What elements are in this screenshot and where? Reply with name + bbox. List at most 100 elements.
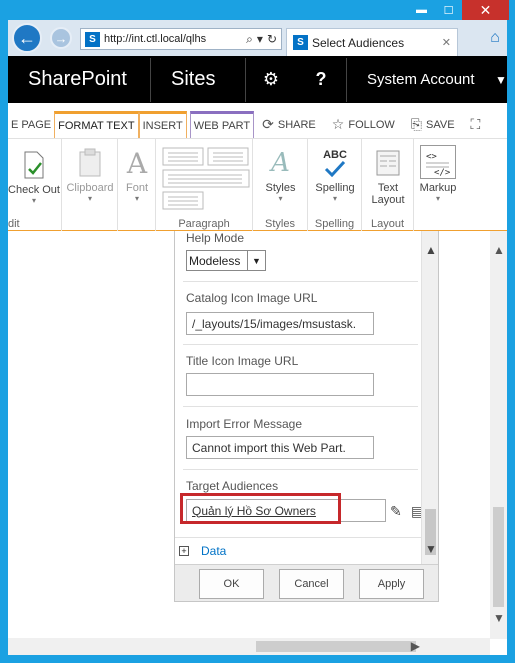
forward-button[interactable]: → [50,27,72,49]
divider [183,344,418,345]
account-caret-icon[interactable]: ▼ [495,73,507,87]
font-label: Font [125,182,148,194]
scroll-down-icon[interactable]: ▼ [493,611,505,625]
share-button[interactable]: ⟳ SHARE [254,111,324,138]
search-icon[interactable]: ⌕ [246,32,253,47]
home-icon[interactable]: ⌂ [485,28,505,48]
paragraph-group-label: Paragraph [178,218,230,230]
check-out-icon [19,149,49,181]
font-button[interactable]: A Font ▾ [118,146,156,204]
close-button[interactable]: ✕ [462,0,509,20]
check-out-button[interactable]: Check Out ▾ [8,149,60,205]
browser-navbar: ← → S http://int.ctl.local/qlhs ⌕ ▾ ↻ S … [8,20,507,56]
import-error-input[interactable]: Cannot import this Web Part. [186,436,374,459]
scroll-up-icon[interactable]: ▲ [425,243,437,257]
ribbon-group-paragraph: Paragraph [156,139,253,231]
save-label: SAVE [426,118,455,131]
chevron-down-icon[interactable]: ▼ [247,251,265,270]
focus-icon: ⛶ [470,116,481,132]
spelling-group-label: Spelling [314,218,355,230]
styles-icon: A [271,148,290,178]
help-icon[interactable]: ? [296,69,346,90]
clipboard-button[interactable]: Clipboard ▾ [62,147,118,203]
ribbon-group-spelling: ABC Spelling ▾ Spelling [308,139,362,231]
dropdown-arrow-icon: ▾ [87,194,92,203]
text-layout-label: Text Layout [371,182,405,206]
page-horizontal-scrollbar[interactable]: ▶ [8,638,490,655]
catalog-icon-input[interactable]: /_layouts/15/images/msustask. [186,312,374,335]
window-controls: ▬ ☐ ✕ [408,0,509,20]
spelling-button[interactable]: ABC Spelling ▾ [308,147,362,203]
markup-button[interactable]: <> </> Markup ▾ [416,145,460,203]
account-menu[interactable]: System Account [347,71,495,88]
data-section-label[interactable]: Data [201,544,226,558]
help-mode-select[interactable]: Modeless ▼ [186,250,266,271]
paragraph-format-icons[interactable] [162,147,250,211]
ribbon-group-layout: Text Layout Layout [362,139,414,231]
focus-button[interactable]: ⛶ [463,111,489,138]
spelling-abc-text: ABC [323,149,347,161]
sharepoint-favicon-icon: S [293,35,308,50]
cancel-button[interactable]: Cancel [279,569,344,599]
data-section[interactable]: + Data [175,537,421,564]
follow-label: FOLLOW [348,118,395,131]
ribbon-body: Check Out ▾ dit Clipboard ▾ A Font ▾ Par… [8,139,507,231]
styles-group-label: Styles [265,218,295,230]
tab-page[interactable]: E PAGE [8,111,54,138]
browser-window: ▬ ☐ ✕ ← → S http://int.ctl.local/qlhs ⌕ … [0,0,515,663]
sharepoint-brand[interactable]: SharePoint [8,68,150,91]
settings-gear-icon[interactable]: ⚙ [246,69,296,90]
ribbon-tabs: E PAGE FORMAT TEXT INSERT WEB PART ⟳ SHA… [8,103,507,139]
title-icon-label: Title Icon Image URL [186,354,299,368]
suite-bar: SharePoint Sites ⚙ ? System Account ▼ [8,56,507,103]
scroll-right-icon[interactable]: ▶ [411,639,420,653]
web-part-tool-pane: Help Mode Modeless ▼ Catalog Icon Image … [174,231,439,602]
address-bar[interactable]: S http://int.ctl.local/qlhs ⌕ ▾ ↻ [80,28,282,50]
maximize-button[interactable]: ☐ [435,0,462,20]
minimize-button[interactable]: ▬ [408,0,435,20]
text-layout-button[interactable]: Text Layout [362,147,414,206]
tab-web-part[interactable]: WEB PART [189,111,255,138]
save-icon: ⎘ [410,116,422,132]
scroll-thumb[interactable] [493,507,504,607]
check-names-icon[interactable]: ✎ [390,503,402,520]
tab-format-text[interactable]: FORMAT TEXT [54,111,139,138]
refresh-icon[interactable]: ↻ [267,32,277,47]
ribbon-group-edit: Check Out ▾ dit [8,139,62,231]
tab-close-icon[interactable]: ✕ [442,36,451,49]
ok-button[interactable]: OK [199,569,264,599]
catalog-icon-label: Catalog Icon Image URL [186,291,318,305]
scroll-up-icon[interactable]: ▲ [493,243,505,257]
divider [183,406,418,407]
follow-button[interactable]: ☆ FOLLOW [324,111,403,138]
save-button[interactable]: ⎘ SAVE [403,111,463,138]
share-label: SHARE [277,118,316,131]
pane-vertical-scrollbar[interactable]: ▲ ▼ [421,231,438,564]
sharepoint-favicon-icon: S [85,31,100,47]
tab-insert[interactable]: INSERT [138,111,187,138]
sites-link[interactable]: Sites [151,68,245,91]
ribbon-group-clipboard: Clipboard ▾ [62,139,118,231]
address-url[interactable]: http://int.ctl.local/qlhs [104,33,242,45]
styles-button[interactable]: A Styles ▾ [253,147,308,203]
back-button[interactable]: ← [12,23,42,53]
page-vertical-scrollbar[interactable]: ▲ ▼ [490,231,507,639]
share-icon: ⟳ [262,116,274,132]
scroll-thumb[interactable] [256,641,416,652]
tool-pane-footer: OK Cancel Apply [175,564,438,601]
apply-button[interactable]: Apply [359,569,424,599]
scroll-down-icon[interactable]: ▼ [425,542,437,556]
font-icon: A [126,146,148,180]
title-icon-input[interactable] [186,373,374,396]
browser-tab[interactable]: S Select Audiences ✕ [286,28,458,56]
text-layout-icon [373,147,403,179]
dropdown-arrow-icon: ▾ [278,194,283,203]
target-audiences-label: Target Audiences [186,479,279,493]
tab-title: Select Audiences [312,35,405,50]
styles-label: Styles [265,182,296,194]
dropdown-icon[interactable]: ▾ [257,32,263,47]
clipboard-icon [75,147,105,179]
expand-plus-icon[interactable]: + [179,546,189,556]
clipboard-label: Clipboard [66,182,114,194]
layout-group-label: Layout [370,218,405,230]
